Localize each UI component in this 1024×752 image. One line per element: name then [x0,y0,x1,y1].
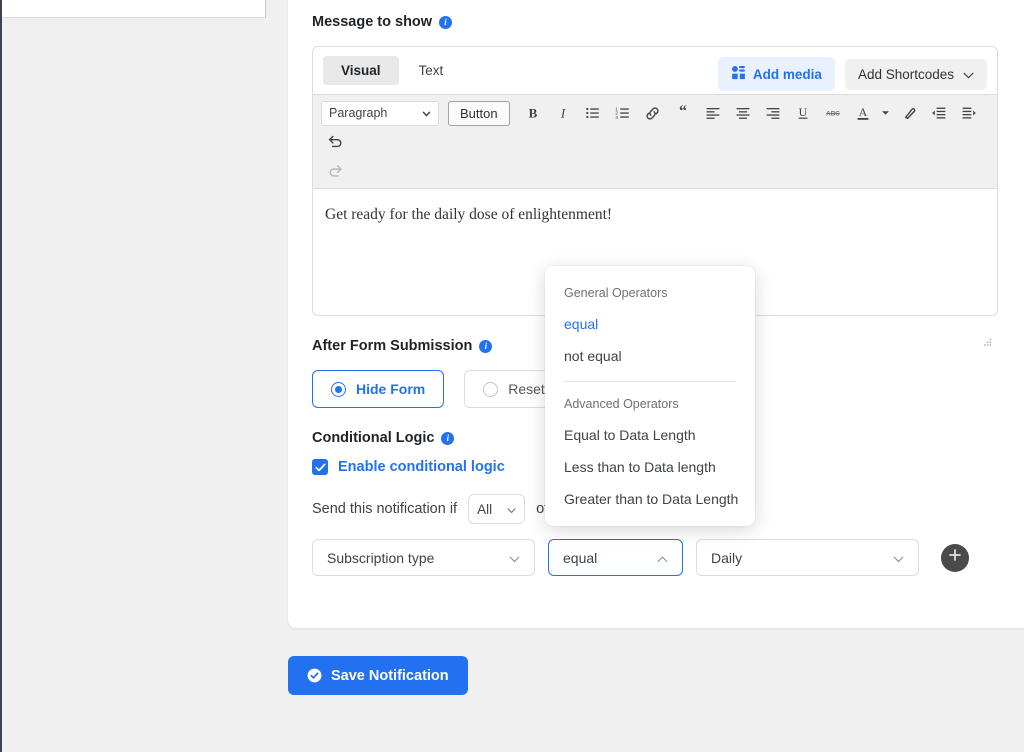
paragraph-format-value: Paragraph [329,106,388,120]
add-shortcodes-label: Add Shortcodes [857,66,954,82]
underline-icon[interactable]: U [789,100,817,126]
chevron-down-icon [509,550,520,566]
strikethrough-icon[interactable]: ABC [819,100,847,126]
info-icon[interactable]: i [439,15,453,29]
after-form-submission-text: After Form Submission [312,338,473,354]
message-to-show-text: Message to show [312,14,433,30]
page-root: Message to show i Visual Text Add media … [0,0,1024,752]
radio-hide-form[interactable]: Hide Form [312,370,445,408]
conditional-logic-label: Conditional Logic i [312,430,455,446]
message-to-show-label: Message to show i [312,14,453,30]
align-left-icon[interactable] [699,100,727,126]
info-icon[interactable]: i [441,431,455,445]
svg-text:U: U [798,105,807,119]
add-rule-button[interactable] [941,543,969,572]
text-color-icon[interactable]: A [849,100,877,126]
tab-text[interactable]: Text [401,56,462,85]
dropdown-item-greater-than-to-data-length[interactable]: Greater than to Data Length [545,483,755,515]
send-condition-row: Send this notification if All of the [312,494,572,524]
plus-icon [948,548,962,567]
dropdown-item-not-equal[interactable]: not equal [545,340,755,372]
rule-value-value: Daily [711,549,743,566]
after-form-submission-label: After Form Submission i [312,338,493,354]
link-icon[interactable] [639,100,667,126]
bold-icon[interactable]: B [519,100,547,126]
match-type-select[interactable]: All [468,494,526,524]
text-color-caret-icon[interactable] [879,100,893,126]
insert-button-tool[interactable]: Button [448,100,510,126]
paragraph-format-select[interactable]: Paragraph [321,100,439,126]
clear-formatting-icon[interactable] [895,100,923,126]
dropdown-separator [564,381,736,382]
dropdown-item-equal[interactable]: equal [545,308,755,340]
save-notification-label: Save Notification [331,667,449,684]
info-icon[interactable]: i [479,339,493,353]
insert-button-label: Button [460,105,498,121]
undo-icon[interactable] [321,128,349,154]
rule-operator-select[interactable]: equal [548,539,683,576]
increase-indent-icon[interactable] [955,100,983,126]
radio-dot-icon [483,381,499,397]
align-center-icon[interactable] [729,100,757,126]
rule-field-select[interactable]: Subscription type [312,539,535,576]
conditional-rule-row: Subscription type equal Daily [312,539,969,576]
dropdown-item-less-than-to-data-length[interactable]: Less than to Data length [545,451,755,483]
enable-conditional-logic-label: Enable conditional logic [338,459,505,475]
svg-text:A: A [858,105,867,119]
bulleted-list-icon[interactable] [579,100,607,126]
rule-field-value: Subscription type [327,549,435,566]
editor-resize-handle[interactable] [981,333,993,346]
editor-mode-tabs: Visual Text [323,56,461,85]
admin-sidebar-rail [0,0,2,752]
blockquote-icon[interactable]: “ [669,100,697,126]
add-media-button[interactable]: Add media [717,57,835,91]
italic-icon[interactable]: I [549,100,577,126]
check-circle-icon [307,668,322,683]
dropdown-group-title-general: General Operators [564,286,668,300]
editor-header: Visual Text Add media Add Shortcodes [313,47,997,94]
svg-text:I: I [559,106,565,121]
dropdown-item-range-match[interactable]: Range Match [545,515,755,526]
svg-text:ABC: ABC [826,111,840,118]
send-if-prefix: Send this notification if [312,501,458,517]
svg-text:3: 3 [615,115,618,120]
editor-content-text: Get ready for the daily dose of enlighte… [325,206,613,223]
conditional-logic-text: Conditional Logic [312,430,435,446]
svg-text:B: B [528,106,537,121]
media-icon [731,65,746,83]
rule-value-select[interactable]: Daily [696,539,919,576]
numbered-list-icon[interactable]: 1 2 3 [609,100,637,126]
operator-dropdown-menu: General Operators equal not equal Advanc… [545,266,755,526]
tab-visual[interactable]: Visual [323,56,399,85]
chevron-down-icon [963,67,974,82]
align-right-icon[interactable] [759,100,787,126]
chevron-down-icon [422,106,431,120]
add-media-label: Add media [752,66,822,82]
enable-conditional-logic-checkbox[interactable]: Enable conditional logic [312,459,505,475]
redo-icon[interactable] [321,158,349,184]
match-type-value: All [477,501,493,517]
editor-header-actions: Add media Add Shortcodes [717,57,987,91]
dropdown-group-title-advanced: Advanced Operators [564,397,679,411]
decrease-indent-icon[interactable] [925,100,953,126]
checkbox-checked-icon [312,459,328,475]
chevron-down-icon [507,502,516,517]
save-notification-button[interactable]: Save Notification [288,656,468,695]
svg-text:“: “ [679,105,687,120]
add-shortcodes-button[interactable]: Add Shortcodes [844,58,987,90]
editor-toolbar: Paragraph Button B I 1 2 3 “ U ABC A [313,94,997,189]
radio-dot-icon [331,381,346,397]
chevron-up-icon [657,550,668,566]
rule-operator-value: equal [563,549,598,566]
chevron-down-icon [893,550,904,566]
radio-hide-form-label: Hide Form [356,381,426,397]
dropdown-item-equal-to-data-length[interactable]: Equal to Data Length [545,419,755,451]
top-left-panel-fragment [2,0,266,18]
